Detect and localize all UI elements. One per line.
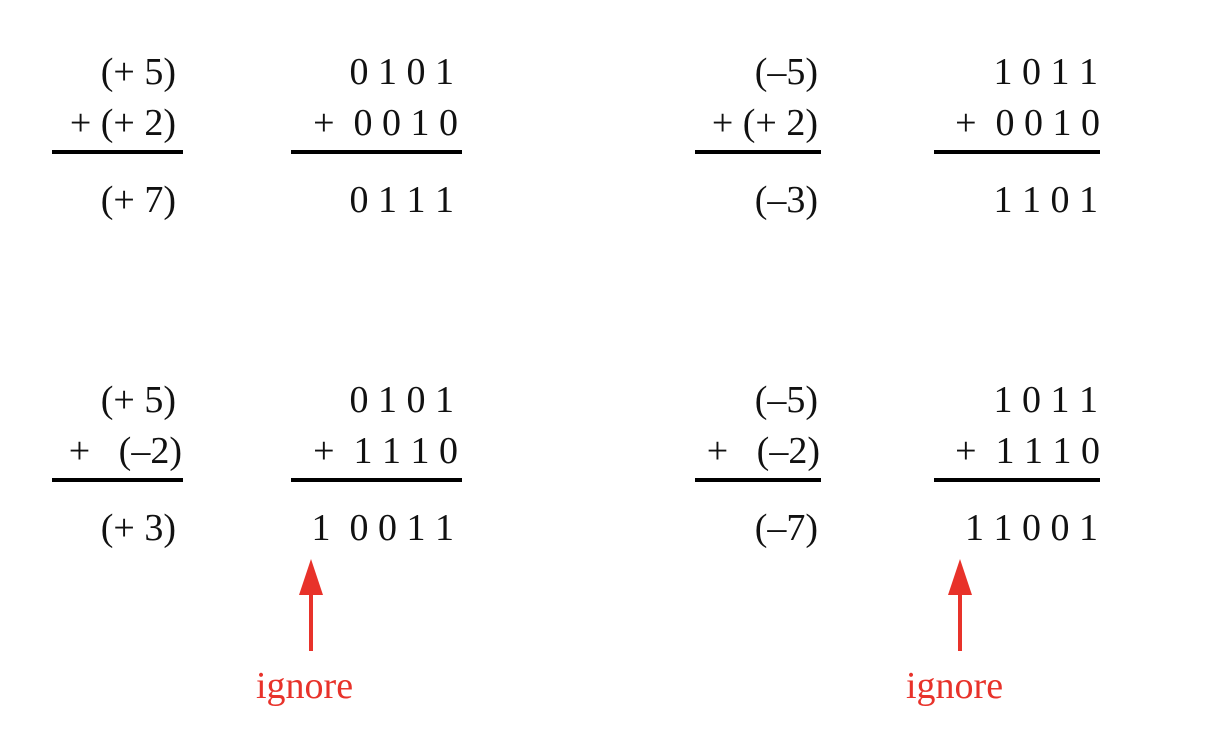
binary-top: 1 0 1 1 bbox=[993, 379, 1099, 421]
binary-top: 0 1 0 1 bbox=[349, 379, 455, 421]
binary-top: 0 1 0 1 bbox=[349, 51, 455, 93]
decimal-top: (–5) bbox=[754, 51, 818, 93]
decimal-top: (+ 5) bbox=[100, 379, 176, 421]
binary-result: 1 0 0 1 1 bbox=[311, 507, 455, 549]
decimal-addend: + (+ 2) bbox=[711, 102, 818, 144]
decimal-addend: + (+ 2) bbox=[69, 102, 176, 144]
decimal-result: (–3) bbox=[754, 179, 818, 221]
decimal-result: (+ 3) bbox=[100, 507, 176, 549]
binary-result: 1 1 0 0 1 bbox=[965, 507, 1098, 549]
decimal-sum-line bbox=[695, 150, 821, 154]
decimal-addend: + (–2) bbox=[68, 430, 182, 472]
arrow-up-icon bbox=[299, 559, 323, 651]
decimal-sum-line bbox=[695, 478, 821, 482]
binary-sum-line bbox=[934, 478, 1100, 482]
binary-result: 1 1 0 1 bbox=[993, 179, 1099, 221]
binary-sum-line bbox=[934, 150, 1100, 154]
ignore-label: ignore bbox=[256, 665, 354, 707]
binary-addend: + 0 0 1 0 bbox=[955, 102, 1100, 144]
binary-result: 0 1 1 1 bbox=[349, 179, 455, 221]
binary-addend: + 0 0 1 0 bbox=[313, 102, 458, 144]
decimal-result: (+ 7) bbox=[100, 179, 176, 221]
ignore-label: ignore bbox=[906, 665, 1004, 707]
decimal-sum-line bbox=[52, 478, 183, 482]
decimal-addend: + (–2) bbox=[706, 430, 820, 472]
binary-sum-line bbox=[291, 478, 462, 482]
decimal-top: (+ 5) bbox=[100, 51, 176, 93]
binary-sum-line bbox=[291, 150, 462, 154]
arrow-up-icon bbox=[948, 559, 972, 651]
decimal-result: (–7) bbox=[754, 507, 818, 549]
binary-addend: + 1 1 1 0 bbox=[955, 430, 1100, 472]
decimal-top: (–5) bbox=[754, 379, 818, 421]
decimal-sum-line bbox=[52, 150, 183, 154]
binary-top: 1 0 1 1 bbox=[993, 51, 1099, 93]
binary-addend: + 1 1 1 0 bbox=[313, 430, 458, 472]
